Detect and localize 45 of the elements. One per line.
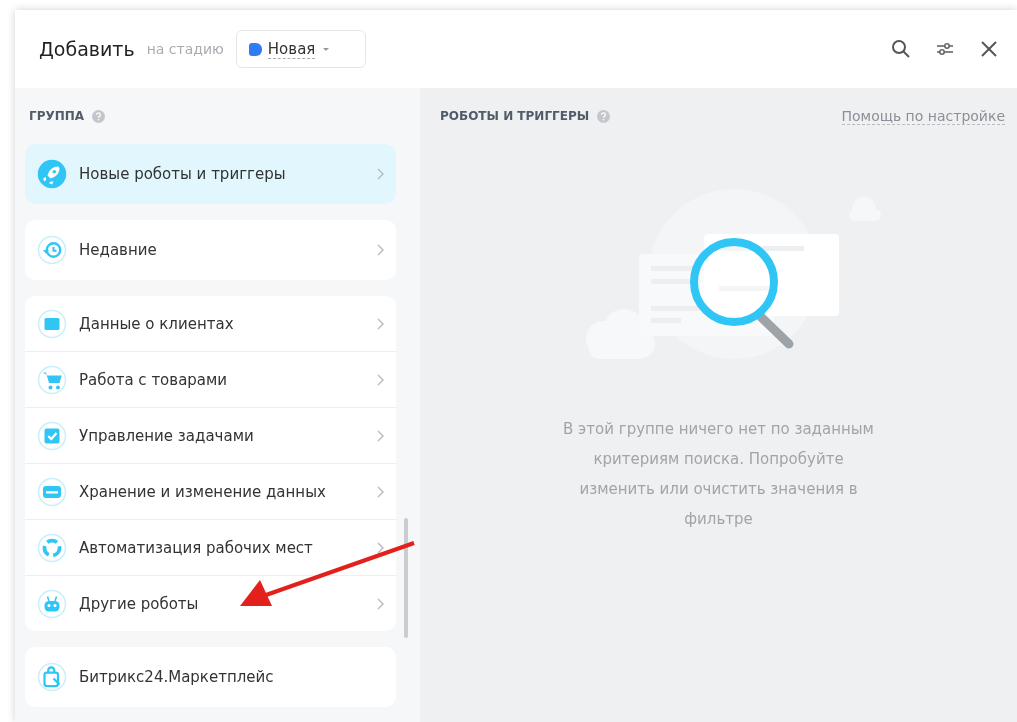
storage-icon	[37, 476, 67, 507]
group-label: Данные о клиентах	[79, 314, 234, 333]
shopping-bag-icon	[37, 662, 67, 692]
group-label: Автоматизация рабочих мест	[79, 538, 313, 557]
group-label: Хранение и изменение данных	[79, 482, 326, 501]
stage-label: на стадию	[146, 41, 224, 57]
group-item[interactable]: Данные о клиентах	[25, 296, 396, 351]
rocket-icon	[37, 159, 67, 189]
card-icon	[37, 308, 67, 339]
group-label: Работа с товарами	[79, 370, 228, 389]
chevron-icon	[376, 597, 384, 610]
chevron-icon	[376, 541, 384, 554]
panel-heading: ГРУППА	[29, 109, 85, 123]
group-item[interactable]: Новые роботы и триггеры	[25, 144, 396, 204]
help-icon	[92, 109, 106, 123]
help-icon	[597, 109, 611, 123]
cart-icon	[37, 364, 67, 395]
chevron-icon	[376, 317, 384, 330]
group-label: Управление задачами	[79, 426, 254, 445]
circle-arrows-icon	[37, 532, 67, 563]
chevron-icon	[376, 485, 384, 498]
group-item[interactable]: Работа с товарами	[25, 351, 396, 407]
group-item[interactable]: Недавние	[25, 220, 396, 280]
scrollbar[interactable]	[404, 518, 408, 638]
empty-message: В этой группе ничего нет по заданным критериям поиска. Попробуйте изменить или очистить значения в фильтре	[562, 419, 875, 530]
chevron-icon	[376, 244, 384, 256]
close-icon[interactable]	[979, 39, 999, 59]
group-label: Битрикс24.Маркетплейс	[79, 668, 274, 686]
group-label: Другие роботы	[79, 594, 199, 613]
group-item[interactable]: Управление задачами	[25, 407, 396, 463]
chevron-icon	[376, 168, 384, 180]
chevron-icon	[376, 373, 384, 386]
dialog-title: Добавить	[39, 38, 135, 60]
group-item[interactable]: Автоматизация рабочих мест	[25, 519, 396, 575]
group-item[interactable]: Битрикс24.Маркетплейс	[25, 647, 396, 707]
stage-selector[interactable]: Новая	[235, 30, 367, 68]
history-icon	[37, 235, 67, 265]
chevron-icon	[376, 429, 384, 442]
search-icon[interactable]	[891, 39, 911, 59]
robot-icon	[37, 588, 67, 619]
checkbox-icon	[37, 420, 67, 451]
panel-heading: РОБОТЫ И ТРИГГЕРЫ	[440, 109, 590, 123]
group-label: Недавние	[79, 241, 157, 259]
group-item[interactable]: Хранение и изменение данных	[25, 463, 396, 519]
group-label: Новые роботы и триггеры	[79, 165, 286, 183]
